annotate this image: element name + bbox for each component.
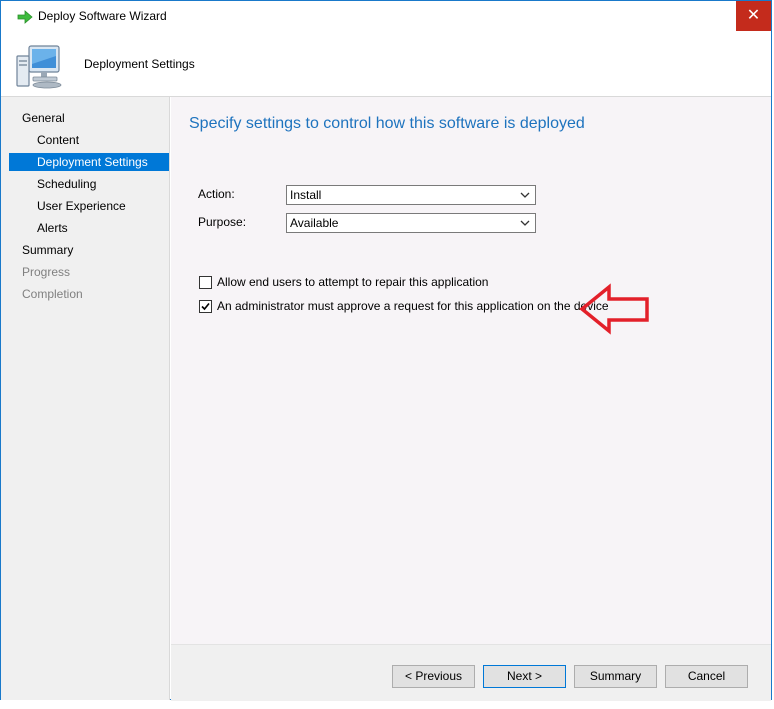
close-icon: ✕ [746, 7, 761, 24]
repair-checkbox-label[interactable]: Allow end users to attempt to repair thi… [217, 275, 488, 289]
repair-checkbox[interactable] [199, 276, 212, 289]
admin-approve-checkbox-label[interactable]: An administrator must approve a request … [217, 299, 609, 313]
purpose-label: Purpose: [198, 215, 247, 229]
next-button[interactable]: Next > [483, 665, 566, 688]
chevron-down-icon [520, 220, 530, 226]
page-heading: Specify settings to control how this sof… [189, 115, 585, 132]
nav-item-progress: Progress [22, 265, 71, 279]
action-label: Action: [198, 187, 235, 201]
nav-item-scheduling[interactable]: Scheduling [1, 175, 169, 193]
cancel-button[interactable]: Cancel [665, 665, 748, 688]
purpose-select[interactable]: Available [286, 213, 536, 233]
action-value: Install [290, 188, 322, 202]
wizard-footer: < Previous Next > Summary Cancel [171, 644, 771, 701]
nav-item-deployment-settings[interactable]: Deployment Settings [9, 153, 169, 171]
nav-item-general[interactable]: General [1, 109, 169, 127]
purpose-value: Available [290, 216, 339, 230]
wizard-window: Deploy Software Wizard ✕ Deployment Sett… [0, 0, 772, 701]
admin-approve-checkbox[interactable] [199, 300, 212, 313]
wizard-header: Deployment Settings [1, 32, 771, 97]
wizard-nav: General Content Deployment Settings Sche… [1, 97, 170, 700]
header-title: Deployment Settings [84, 57, 195, 71]
nav-item-user-experience[interactable]: User Experience [1, 197, 169, 215]
annotation-arrow-icon [579, 283, 649, 335]
checkmark-icon [201, 302, 210, 311]
wizard-content: Specify settings to control how this sof… [171, 97, 771, 644]
window-title: Deploy Software Wizard [38, 9, 167, 23]
nav-item-content[interactable]: Content [1, 131, 169, 149]
nav-item-completion: Completion [22, 287, 83, 301]
summary-button[interactable]: Summary [574, 665, 657, 688]
close-button[interactable]: ✕ [736, 1, 771, 31]
chevron-down-icon [520, 192, 530, 198]
action-select[interactable]: Install [286, 185, 536, 205]
computer-icon [16, 45, 62, 89]
green-arrow-icon [17, 10, 33, 24]
previous-button[interactable]: < Previous [392, 665, 475, 688]
nav-item-summary[interactable]: Summary [1, 241, 169, 259]
title-bar[interactable]: Deploy Software Wizard ✕ [1, 1, 771, 32]
nav-item-alerts[interactable]: Alerts [1, 219, 169, 237]
